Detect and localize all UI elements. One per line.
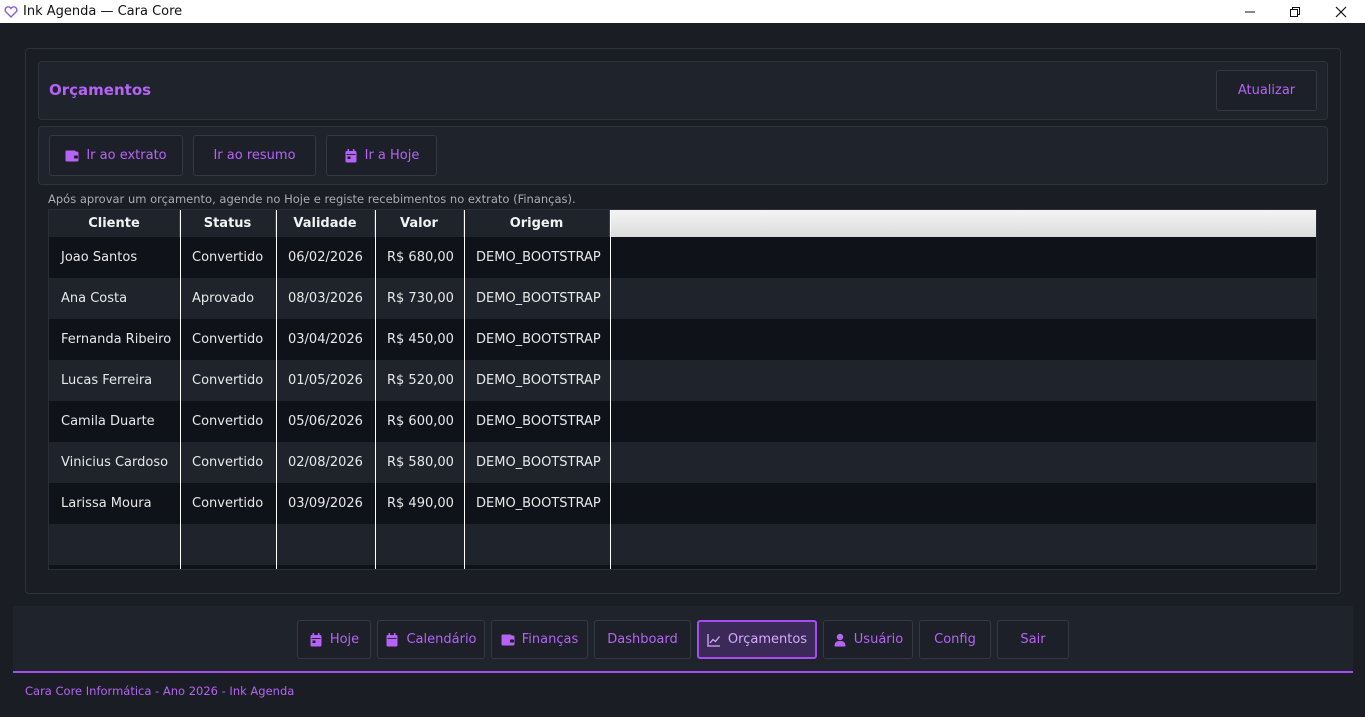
table-row[interactable]: Camila Duarte Convertido 05/06/2026 R$ 6… (49, 401, 1316, 442)
refresh-button-label: Atualizar (1237, 83, 1296, 98)
table-row[interactable]: Joao Santos Convertido 06/02/2026 R$ 680… (49, 237, 1316, 278)
cell-status: Convertido (192, 455, 264, 470)
table-row-empty (49, 524, 1316, 565)
table-header: Cliente Status Validade Valor Origem (49, 210, 1316, 237)
nav-sair-label: Sair (1020, 632, 1046, 647)
cell-origem: DEMO_BOOTSTRAP (476, 455, 601, 470)
table-row[interactable]: Ana Costa Aprovado 08/03/2026 R$ 730,00 … (49, 278, 1316, 319)
chart-line-icon (707, 633, 721, 647)
cell-status: Convertido (192, 414, 264, 429)
cell-valor: R$ 520,00 (387, 373, 454, 388)
budgets-table[interactable]: Cliente Status Validade Valor Origem Joa… (48, 209, 1317, 570)
cell-status: Aprovado (192, 291, 255, 306)
cell-validade: 03/04/2026 (288, 332, 363, 347)
column-divider (180, 210, 181, 569)
cell-validade: 06/02/2026 (288, 250, 363, 265)
header-filler (610, 210, 1316, 237)
heart-icon (4, 5, 18, 19)
nav-config-label: Config (934, 632, 976, 647)
column-header-validade[interactable]: Validade (276, 210, 375, 237)
cell-origem: DEMO_BOOTSTRAP (476, 373, 601, 388)
cell-cliente: Camila Duarte (61, 414, 155, 429)
calendar-icon (385, 632, 399, 647)
nav-calendario-label: Calendário (406, 632, 477, 647)
cell-validade: 08/03/2026 (288, 291, 363, 306)
cell-valor: R$ 580,00 (387, 455, 454, 470)
cell-cliente: Fernanda Ribeiro (61, 332, 172, 347)
cell-validade: 05/06/2026 (288, 414, 363, 429)
header-panel: Orçamentos Atualizar (38, 61, 1328, 120)
cell-cliente: Lucas Ferreira (61, 373, 153, 388)
table-row[interactable]: Lucas Ferreira Convertido 01/05/2026 R$ … (49, 360, 1316, 401)
bottom-nav: Hoje Calendário Finanças Dashboard Orçam… (13, 606, 1353, 673)
nav-usuario-button[interactable]: Usuário (823, 620, 913, 659)
column-divider (276, 210, 277, 569)
close-icon[interactable] (1318, 0, 1364, 23)
cell-cliente: Joao Santos (61, 250, 138, 265)
nav-dashboard-button[interactable]: Dashboard (594, 620, 691, 659)
cell-status: Convertido (192, 373, 264, 388)
table-row[interactable]: Vinicius Cardoso Convertido 02/08/2026 R… (49, 442, 1316, 483)
nav-orcamentos-label: Orçamentos (727, 632, 808, 647)
actions-panel: Ir ao extrato Ir ao resumo Ir a Hoje (38, 126, 1328, 185)
table-row[interactable]: Fernanda Ribeiro Convertido 03/04/2026 R… (49, 319, 1316, 360)
window-title: Ink Agenda — Cara Core (23, 4, 183, 19)
column-header-status[interactable]: Status (180, 210, 276, 237)
column-header-origem[interactable]: Origem (464, 210, 610, 237)
column-divider (610, 210, 611, 569)
cell-validade: 02/08/2026 (288, 455, 363, 470)
nav-usuario-label: Usuário (853, 632, 904, 647)
column-header-cliente[interactable]: Cliente (49, 210, 180, 237)
go-to-summary-label: Ir ao resumo (213, 148, 296, 163)
window-titlebar: Ink Agenda — Cara Core (0, 0, 1365, 23)
table-row[interactable]: Larissa Moura Convertido 03/09/2026 R$ 4… (49, 483, 1316, 524)
cell-origem: DEMO_BOOTSTRAP (476, 250, 601, 265)
cell-valor: R$ 450,00 (387, 332, 454, 347)
cell-cliente: Vinicius Cardoso (61, 455, 169, 470)
restore-icon[interactable] (1272, 0, 1318, 23)
go-to-statement-button[interactable]: Ir ao extrato (49, 135, 183, 176)
go-to-summary-button[interactable]: Ir ao resumo (193, 135, 316, 176)
cell-status: Convertido (192, 332, 264, 347)
cell-origem: DEMO_BOOTSTRAP (476, 332, 601, 347)
cell-valor: R$ 730,00 (387, 291, 454, 306)
minimize-icon[interactable] (1227, 0, 1273, 23)
nav-hoje-button[interactable]: Hoje (297, 620, 371, 659)
cell-validade: 03/09/2026 (288, 496, 363, 511)
go-to-today-label: Ir a Hoje (364, 148, 420, 163)
nav-financas-button[interactable]: Finanças (491, 620, 588, 659)
nav-hoje-label: Hoje (329, 632, 360, 647)
nav-config-button[interactable]: Config (919, 620, 991, 659)
cell-cliente: Ana Costa (61, 291, 128, 306)
calendar-icon (344, 148, 358, 163)
nav-dashboard-label: Dashboard (607, 632, 678, 647)
nav-financas-label: Finanças (521, 632, 579, 647)
cell-status: Convertido (192, 250, 264, 265)
wallet-icon (65, 149, 79, 163)
go-to-statement-label: Ir ao extrato (86, 148, 167, 163)
cell-origem: DEMO_BOOTSTRAP (476, 291, 601, 306)
cell-valor: R$ 680,00 (387, 250, 454, 265)
column-header-valor[interactable]: Valor (375, 210, 464, 237)
nav-sair-button[interactable]: Sair (997, 620, 1069, 659)
cell-cliente: Larissa Moura (61, 496, 152, 511)
go-to-today-button[interactable]: Ir a Hoje (326, 135, 437, 176)
user-icon (833, 633, 847, 647)
cell-valor: R$ 600,00 (387, 414, 454, 429)
cell-status: Convertido (192, 496, 264, 511)
wallet-icon (501, 633, 515, 647)
page-title: Orçamentos (49, 81, 152, 99)
nav-orcamentos-button[interactable]: Orçamentos (697, 620, 817, 659)
hint-text: Após aprovar um orçamento, agende no Hoj… (48, 192, 576, 206)
column-divider (375, 210, 376, 569)
cell-validade: 01/05/2026 (288, 373, 363, 388)
footer-text: Cara Core Informática - Ano 2026 - Ink A… (25, 684, 295, 698)
refresh-button[interactable]: Atualizar (1216, 70, 1317, 111)
cell-origem: DEMO_BOOTSTRAP (476, 414, 601, 429)
cell-valor: R$ 490,00 (387, 496, 454, 511)
cell-origem: DEMO_BOOTSTRAP (476, 496, 601, 511)
nav-calendario-button[interactable]: Calendário (377, 620, 485, 659)
column-divider (464, 210, 465, 569)
calendar-icon (309, 632, 323, 647)
